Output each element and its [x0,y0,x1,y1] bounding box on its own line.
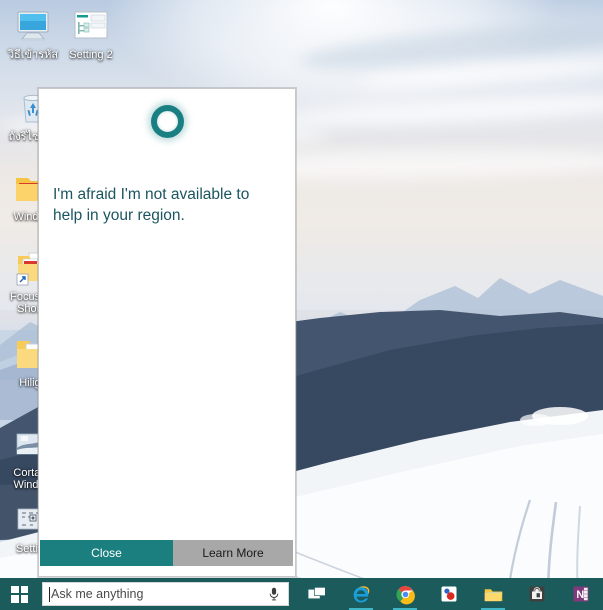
cortana-dialog: I'm afraid I'm not available to help in … [38,88,296,577]
desktop-icon-label: วิธีเข้ารหัส [7,49,59,61]
internet-explorer-icon[interactable] [339,578,383,610]
desktop-icon-setting-2[interactable]: Setting 2 [62,6,120,61]
text-caret [49,586,51,602]
file-explorer-icon[interactable] [471,578,515,610]
close-button[interactable]: Close [40,540,173,566]
microsoft-store-icon[interactable] [515,578,559,610]
cortana-ring-icon [150,105,184,138]
google-chrome-icon[interactable] [383,578,427,610]
cortana-dialog-buttons: Close Learn More [39,540,295,566]
learn-more-button[interactable]: Learn More [173,540,293,566]
onenote-icon[interactable]: N [559,578,603,610]
cortana-ring-wrapper [39,89,295,138]
search-placeholder: Ask me anything [51,587,144,601]
media-app-icon[interactable] [427,578,471,610]
task-view-icon[interactable] [295,578,339,610]
microphone-icon[interactable] [264,583,284,605]
cortana-message-text: I'm afraid I'm not available to help in … [53,186,250,224]
start-button[interactable] [0,578,39,610]
cortana-dialog-body: I'm afraid I'm not available to help in … [39,89,295,540]
taskbar: Ask me anything N [0,578,603,610]
search-input[interactable]: Ask me anything [42,582,289,606]
svg-text:N: N [576,589,584,601]
windows-start-icon [11,585,29,603]
this-pc-icon [13,6,53,46]
desktop-icon-this-pc[interactable]: วิธีเข้ารหัส [4,6,62,61]
desktop-icon-label: Setting 2 [69,49,113,61]
settings-window-icon [71,6,111,46]
desktop-screen: วิธีเข้ารหัส Setting 2 ถังรีไซเคิล Windo… [0,0,603,610]
taskbar-app-icons: N [295,578,603,610]
